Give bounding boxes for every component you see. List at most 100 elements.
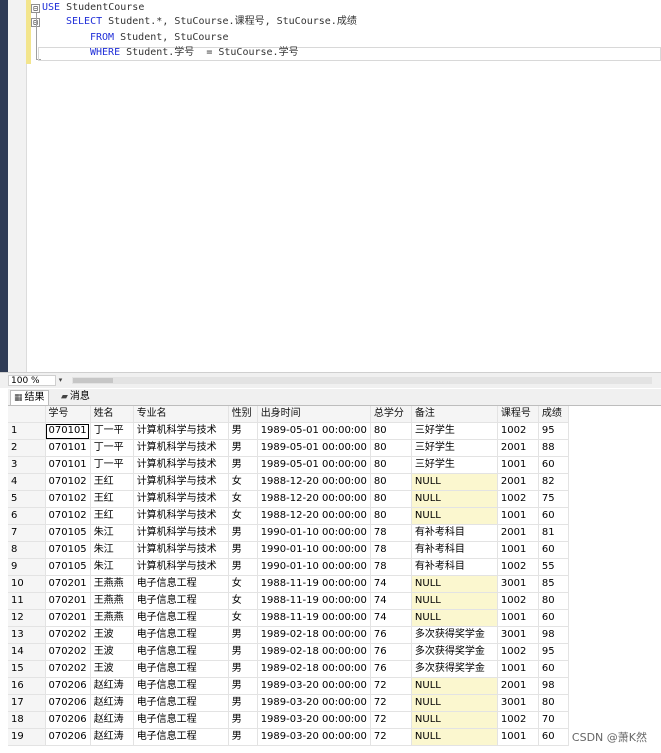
table-cell[interactable]: 85 [538, 575, 569, 593]
table-cell[interactable]: 1002 [497, 643, 539, 661]
table-cell[interactable]: 赵红涛 [90, 711, 134, 729]
table-cell[interactable]: 1989-03-20 00:00:00 [257, 694, 371, 712]
table-cell[interactable]: 丁一平 [90, 439, 134, 457]
table-cell[interactable]: 计算机科学与技术 [133, 490, 229, 508]
table-cell[interactable]: 74 [370, 575, 412, 593]
table-row[interactable]: 18 070206 赵红涛 电子信息工程男 1989-03-20 00:00:00 72 N… [8, 711, 569, 729]
table-cell[interactable]: 3001 [497, 626, 539, 644]
results-grid[interactable]: 学号 姓名 专业名 性别 出身时间 总学分 备注 课程号 成绩 1 070101 丁一平 计算机科学与… [8, 406, 661, 753]
table-cell[interactable]: 76 [370, 660, 412, 678]
table-cell[interactable]: NULL [411, 711, 498, 729]
code-line[interactable]: FROM Student, StuCourse [90, 31, 228, 45]
table-cell[interactable]: 计算机科学与技术 [133, 439, 229, 457]
table-cell[interactable]: 74 [370, 592, 412, 610]
table-row[interactable]: 3 070101 丁一平 计算机科学与技术男 1989-05-01 00:00:00 80… [8, 456, 569, 474]
table-cell[interactable]: 女 [228, 575, 258, 593]
tab-results[interactable]: ▦ 结果 [10, 390, 49, 405]
table-cell[interactable]: 男 [228, 728, 258, 746]
table-cell[interactable]: 72 [370, 694, 412, 712]
table-cell[interactable]: 女 [228, 507, 258, 525]
row-number[interactable]: 18 [8, 711, 46, 729]
table-cell[interactable]: 2001 [497, 473, 539, 491]
code-line[interactable]: WHERE Student.学号 = StuCourse.学号 [90, 46, 299, 60]
table-row[interactable]: 5 070102 王红 计算机科学与技术女 1988-12-20 00:00:00 80 N… [8, 490, 569, 508]
column-header[interactable]: 学号 [45, 406, 91, 423]
table-cell[interactable]: 1989-05-01 00:00:00 [257, 439, 371, 457]
table-cell[interactable]: NULL [411, 609, 498, 627]
table-cell[interactable]: 76 [370, 643, 412, 661]
table-cell[interactable]: 070101 [45, 456, 91, 474]
table-cell[interactable]: 女 [228, 490, 258, 508]
table-cell[interactable]: 多次获得奖学金 [411, 643, 498, 661]
table-cell[interactable]: 王燕燕 [90, 609, 134, 627]
table-cell[interactable]: 070206 [45, 728, 91, 746]
table-cell[interactable]: 070102 [45, 507, 91, 525]
table-cell[interactable]: 1990-01-10 00:00:00 [257, 558, 371, 576]
table-cell[interactable]: 男 [228, 439, 258, 457]
table-cell[interactable]: 男 [228, 456, 258, 474]
table-cell[interactable]: 三好学生 [411, 422, 498, 440]
table-cell[interactable]: 070201 [45, 609, 91, 627]
table-cell[interactable]: 98 [538, 626, 569, 644]
table-cell[interactable]: 60 [538, 609, 569, 627]
table-cell[interactable]: 赵红涛 [90, 694, 134, 712]
table-cell[interactable]: 男 [228, 524, 258, 542]
table-row[interactable]: 16 070206 赵红涛 电子信息工程男 1989-03-20 00:00:00 72 N… [8, 677, 569, 695]
table-cell[interactable]: 王红 [90, 473, 134, 491]
column-header[interactable]: 性别 [228, 406, 258, 423]
table-cell[interactable]: 2001 [497, 524, 539, 542]
scrollbar-thumb[interactable] [73, 378, 113, 383]
row-number[interactable]: 9 [8, 558, 46, 576]
table-cell[interactable]: 78 [370, 541, 412, 559]
row-number[interactable]: 13 [8, 626, 46, 644]
table-cell[interactable]: 1988-12-20 00:00:00 [257, 507, 371, 525]
table-cell[interactable]: 75 [538, 490, 569, 508]
table-cell[interactable]: 1989-03-20 00:00:00 [257, 728, 371, 746]
table-cell[interactable]: 三好学生 [411, 439, 498, 457]
table-cell[interactable]: 王红 [90, 507, 134, 525]
table-cell[interactable]: 81 [538, 524, 569, 542]
row-number[interactable]: 7 [8, 524, 46, 542]
table-cell[interactable]: 男 [228, 643, 258, 661]
table-cell[interactable]: 王红 [90, 490, 134, 508]
table-cell[interactable]: 070206 [45, 677, 91, 695]
table-cell[interactable]: 3001 [497, 694, 539, 712]
table-cell[interactable]: 电子信息工程 [133, 677, 229, 695]
table-cell[interactable]: 070202 [45, 660, 91, 678]
table-cell[interactable]: 男 [228, 558, 258, 576]
table-cell[interactable]: 070102 [45, 490, 91, 508]
table-cell[interactable]: NULL [411, 575, 498, 593]
table-cell[interactable]: NULL [411, 728, 498, 746]
table-cell[interactable]: 78 [370, 558, 412, 576]
row-number[interactable]: 2 [8, 439, 46, 457]
column-header[interactable]: 课程号 [497, 406, 539, 423]
table-cell[interactable]: 男 [228, 541, 258, 559]
table-cell[interactable]: 电子信息工程 [133, 728, 229, 746]
table-cell[interactable]: 80 [370, 473, 412, 491]
table-cell[interactable]: NULL [411, 507, 498, 525]
table-cell[interactable]: 1989-02-18 00:00:00 [257, 660, 371, 678]
row-number[interactable]: 15 [8, 660, 46, 678]
table-cell[interactable]: 76 [370, 626, 412, 644]
row-number[interactable]: 16 [8, 677, 46, 695]
table-row[interactable]: 8 070105 朱江 计算机科学与技术男 1990-01-10 00:00:00 78 有… [8, 541, 569, 559]
table-cell[interactable]: 78 [370, 524, 412, 542]
table-cell[interactable]: 88 [538, 439, 569, 457]
table-cell[interactable]: 王波 [90, 660, 134, 678]
table-row[interactable]: 6 070102 王红 计算机科学与技术女 1988-12-20 00:00:00 80 N… [8, 507, 569, 525]
row-number[interactable]: 14 [8, 643, 46, 661]
row-number[interactable]: 5 [8, 490, 46, 508]
table-cell[interactable]: NULL [411, 473, 498, 491]
table-cell[interactable]: 1990-01-10 00:00:00 [257, 524, 371, 542]
table-cell[interactable]: NULL [411, 694, 498, 712]
table-cell[interactable]: 74 [370, 609, 412, 627]
table-cell[interactable]: 95 [538, 643, 569, 661]
table-cell[interactable]: 王波 [90, 643, 134, 661]
table-cell[interactable]: 80 [370, 507, 412, 525]
table-cell[interactable]: 男 [228, 677, 258, 695]
table-cell[interactable]: 1002 [497, 490, 539, 508]
row-number[interactable]: 1 [8, 422, 46, 440]
table-cell[interactable]: 男 [228, 711, 258, 729]
table-cell[interactable]: 070101 [45, 439, 91, 457]
table-cell[interactable]: 多次获得奖学金 [411, 660, 498, 678]
